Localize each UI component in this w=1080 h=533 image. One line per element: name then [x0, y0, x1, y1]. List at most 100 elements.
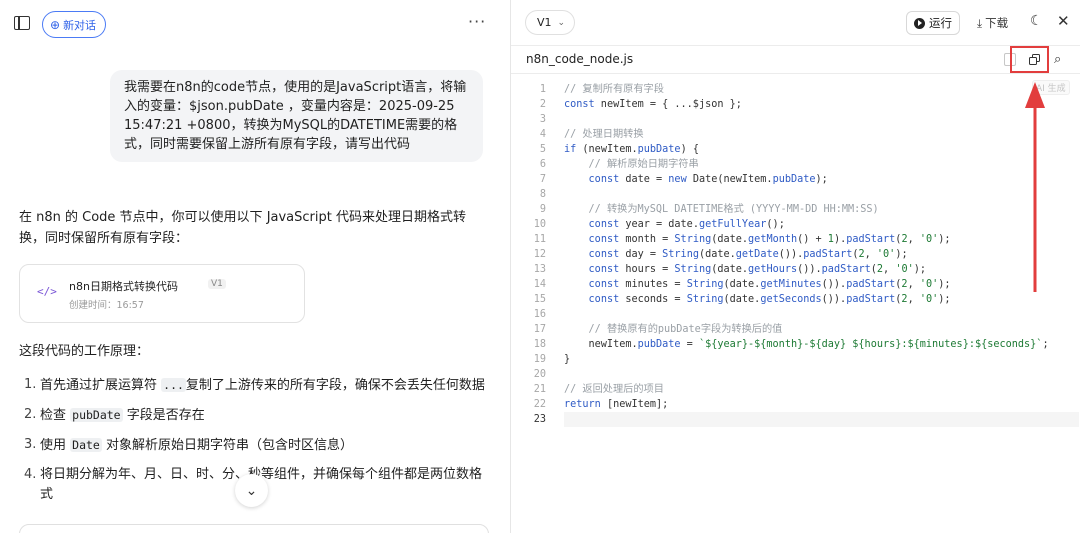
close-icon[interactable]: ✕: [1057, 12, 1070, 30]
code-line: 4 // 处理日期转换: [511, 127, 1080, 142]
chevron-down-icon: ⌄: [557, 17, 566, 28]
search-icon[interactable]: ⌕: [1054, 52, 1061, 67]
sidebar-toggle-icon[interactable]: [14, 16, 30, 30]
code-line: 20: [511, 367, 1080, 382]
artifact-title: n8n日期格式转换代码: [69, 280, 178, 293]
code-line: 7 const date = new Date(newItem.pubDate)…: [511, 172, 1080, 187]
line-number: 16: [533, 309, 546, 320]
run-button[interactable]: 运行: [906, 11, 960, 35]
code-line: 12 const day = String(date.getDate()).pa…: [511, 247, 1080, 262]
user-message: 我需要在n8n的code节点，使用的是JavaScript语言，将输入的变量：$…: [110, 70, 483, 162]
line-content: // 解析原始日期字符串: [588, 159, 699, 170]
list-item: 3. 使用 Date 对象解析原始日期字符串（包含时区信息）: [24, 437, 353, 453]
chat-input-box[interactable]: [19, 524, 489, 533]
artifact-time: 创建时间：16:57: [69, 300, 144, 311]
line-number: 8: [539, 189, 546, 200]
list-item-number: 3.: [24, 437, 37, 452]
line-number: 6: [539, 159, 546, 170]
list-item: 1. 首先通过扩展运算符 ... 复制了上游传来的所有字段，确保不会丢失任何数据: [24, 377, 485, 393]
line-content: const seconds = String(date.getSeconds()…: [588, 294, 951, 305]
code-line: 3: [511, 112, 1080, 127]
line-content: newItem.pubDate = `${year}-${month}-${da…: [564, 339, 1049, 350]
code-line: 18 newItem.pubDate = `${year}-${month}-$…: [511, 337, 1080, 352]
code-line: 9 // 转换为MySQL DATETIME格式 (YYYY-MM-DD HH:…: [511, 202, 1080, 217]
line-number: 23: [533, 414, 546, 425]
line-number: 10: [533, 219, 546, 230]
version-label: V1: [537, 16, 552, 29]
new-chat-label: 新对话: [63, 18, 97, 32]
code-line: 2 const newItem = { ...$json };: [511, 97, 1080, 112]
line-content: const month = String(date.getMonth() + 1…: [588, 234, 951, 245]
line-number: 22: [533, 399, 546, 410]
line-content: return [newItem];: [564, 399, 669, 410]
line-content: const date = new Date(newItem.pubDate);: [588, 174, 828, 185]
list-item: 2. 检查 pubDate 字段是否存在: [24, 407, 205, 423]
line-number: 11: [533, 234, 546, 245]
line-number: 20: [533, 369, 546, 380]
line-number: 13: [533, 264, 546, 275]
play-icon: [914, 17, 925, 29]
code-line: 6 // 解析原始日期字符串: [511, 157, 1080, 172]
code-line: 22 return [newItem];: [511, 397, 1080, 412]
scroll-down-button[interactable]: ⌄: [235, 474, 268, 507]
annotation-arrow: [1025, 82, 1045, 292]
file-bar-divider: [511, 73, 1080, 74]
line-number: 5: [539, 144, 546, 155]
download-button[interactable]: ⤓ 下载: [977, 15, 1008, 31]
code-line: 10 const year = date.getFullYear();: [511, 217, 1080, 232]
line-content: const year = date.getFullYear();: [588, 219, 785, 230]
line-content: if (newItem.pubDate) {: [564, 144, 699, 155]
file-name: n8n_code_node.js: [526, 52, 634, 66]
line-content: // 处理日期转换: [564, 129, 644, 140]
inline-code: Date: [70, 438, 102, 452]
chat-pane: ⊕ 新对话 ··· 我需要在n8n的code节点，使用的是JavaScript语…: [0, 0, 510, 533]
principle-heading: 这段代码的工作原理：: [19, 344, 150, 359]
more-options-icon[interactable]: ···: [468, 12, 486, 31]
code-pane: V1 ⌄ 运行 ⤓ 下载 ☾ ✕ n8n_code_node.js ⌕ AI 生…: [511, 0, 1080, 533]
inline-code: pubDate: [70, 408, 123, 422]
new-chat-icon: ⊕: [50, 17, 61, 32]
line-number: 1: [539, 84, 546, 95]
code-line: 17 // 替换原有的pubDate字段为转换后的值: [511, 322, 1080, 337]
line-number: 2: [539, 99, 546, 110]
line-content: const newItem = { ...$json };: [564, 99, 742, 110]
download-label: 下载: [985, 16, 1009, 30]
download-icon: ⤓: [977, 15, 983, 30]
version-select[interactable]: V1 ⌄: [525, 10, 576, 35]
code-line: 15 const seconds = String(date.getSecond…: [511, 292, 1080, 307]
line-content: const hours = String(date.getHours()).pa…: [588, 264, 926, 275]
line-number: 15: [533, 294, 546, 305]
list-item-number: 2.: [24, 407, 37, 422]
code-artifact-card[interactable]: </> n8n日期格式转换代码 V1 创建时间：16:57: [19, 264, 305, 323]
line-number: 3: [539, 114, 546, 125]
line-number: 18: [533, 339, 546, 350]
chevron-down-icon: ⌄: [245, 482, 258, 499]
run-label: 运行: [929, 16, 952, 30]
line-number: 4: [539, 129, 546, 140]
assistant-answer-intro: 在 n8n 的 Code 节点中，你可以使用以下 JavaScript 代码来处…: [19, 210, 466, 246]
list-item-number: 4.: [24, 467, 37, 482]
code-line: 1 // 复制所有原有字段: [511, 82, 1080, 97]
line-number: 14: [533, 279, 546, 290]
chat-header: ⊕ 新对话 ···: [0, 0, 510, 48]
line-number: 12: [533, 249, 546, 260]
code-editor[interactable]: 1 // 复制所有原有字段 2 const newItem = { ...$json …: [511, 82, 1080, 427]
line-number: 21: [533, 384, 546, 395]
code-line: 19}: [511, 352, 1080, 367]
list-item-number: 1.: [24, 377, 37, 392]
line-content: // 返回处理后的项目: [564, 384, 664, 395]
new-chat-button[interactable]: ⊕ 新对话: [42, 11, 107, 38]
code-line: 11 const month = String(date.getMonth() …: [511, 232, 1080, 247]
code-header: V1 ⌄ 运行 ⤓ 下载 ☾ ✕: [511, 0, 1080, 46]
theme-toggle-icon[interactable]: ☾: [1030, 13, 1043, 29]
inline-code: ...: [161, 378, 186, 392]
line-content: const minutes = String(date.getMinutes()…: [588, 279, 951, 290]
line-content: // 转换为MySQL DATETIME格式 (YYYY-MM-DD HH:MM…: [588, 204, 879, 215]
line-number: 7: [539, 174, 546, 185]
line-content: }: [564, 354, 571, 365]
copy-highlight-box: [1010, 46, 1049, 73]
line-number: 19: [533, 354, 546, 365]
code-line: 23: [534, 412, 1079, 427]
code-line: 21 // 返回处理后的项目: [511, 382, 1080, 397]
code-line: 16: [511, 307, 1080, 322]
